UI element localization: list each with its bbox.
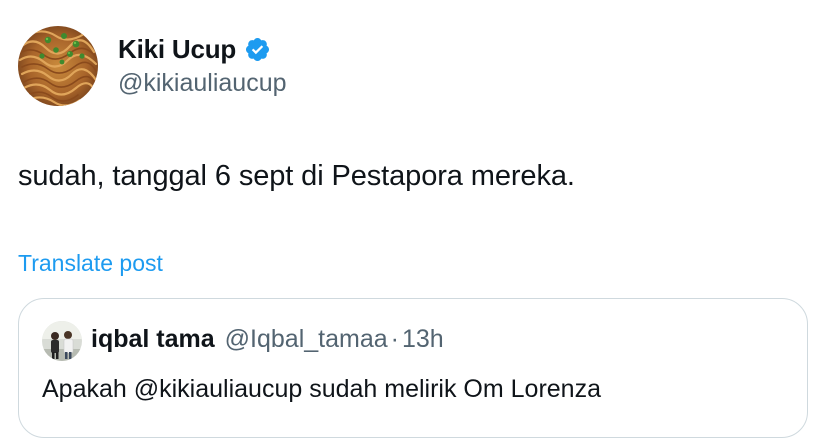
author-name[interactable]: Kiki Ucup bbox=[118, 34, 236, 65]
verified-badge-icon[interactable] bbox=[244, 36, 271, 63]
quoted-post-card[interactable]: iqbal tama @Iqbal_tamaa · 13h Apakah @ki… bbox=[18, 298, 808, 438]
post-text: sudah, tanggal 6 sept di Pestapora merek… bbox=[18, 160, 575, 192]
author-name-row: Kiki Ucup bbox=[118, 34, 271, 65]
quoted-post-text: Apakah @kikiauliaucup sudah melirik Om L… bbox=[42, 375, 601, 403]
quoted-separator: · bbox=[390, 325, 399, 353]
quoted-post-time[interactable]: 13h bbox=[402, 325, 444, 354]
quoted-author-name[interactable]: iqbal tama bbox=[91, 325, 215, 354]
translate-post-link[interactable]: Translate post bbox=[18, 250, 163, 277]
author-handle[interactable]: @kikiauliaucup bbox=[118, 69, 287, 98]
quoted-author-handle[interactable]: @Iqbal_tamaa bbox=[225, 325, 388, 354]
quoted-avatar-image bbox=[42, 321, 82, 361]
avatar-image bbox=[18, 26, 98, 106]
quoted-author-avatar[interactable] bbox=[42, 321, 82, 361]
quoted-post-header: iqbal tama @Iqbal_tamaa · 13h bbox=[91, 325, 444, 354]
author-avatar[interactable] bbox=[18, 26, 98, 106]
